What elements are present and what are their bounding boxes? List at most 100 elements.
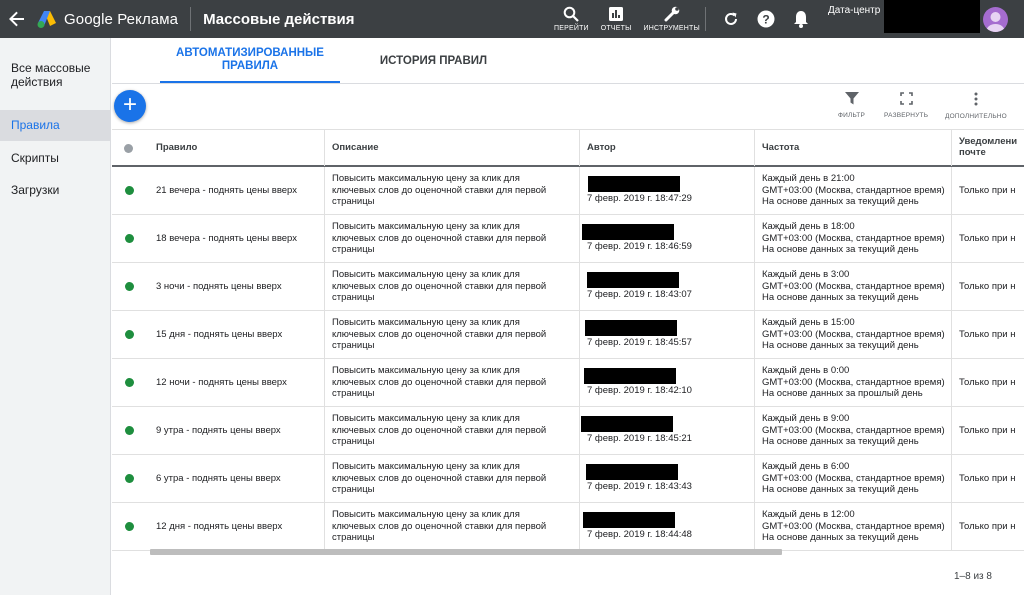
- horizontal-scrollbar[interactable]: [150, 549, 782, 555]
- description-line: Повысить максимальную цену за клик для: [332, 173, 520, 184]
- rule-description: Повысить максимальную цену за клик для кл…: [324, 503, 579, 550]
- rule-description: Повысить максимальную цену за клик для кл…: [324, 359, 579, 406]
- frequency-line: Каждый день в 0:00: [762, 365, 850, 376]
- rule-description: Повысить максимальную цену за клик для кл…: [324, 263, 579, 310]
- sidebar-item-rules[interactable]: Правила: [0, 110, 110, 141]
- notifications-bell-icon[interactable]: [791, 9, 811, 29]
- table-row[interactable]: 9 утра - поднять цены вверх Повысить макс…: [112, 407, 1024, 455]
- rule-author: 7 февр. 2019 г. 18:45:21: [579, 407, 754, 454]
- tools-button[interactable]: ИНСТРУМЕНТЫ: [638, 0, 706, 38]
- frequency-line: Каждый день в 6:00: [762, 461, 850, 472]
- table-row[interactable]: 18 вечера - поднять цены вверх Повысить м…: [112, 215, 1024, 263]
- frequency-line: GMT+03:00 (Москва, стандартное время): [762, 376, 945, 388]
- rule-name[interactable]: 3 ночи - поднять цены вверх: [149, 263, 324, 310]
- description-line: ключевых слов до оценочной ставки для пе…: [332, 376, 547, 388]
- table-row[interactable]: 12 ночи - поднять цены вверх Повысить мак…: [112, 359, 1024, 407]
- status-enabled-icon: [125, 378, 134, 387]
- rule-name[interactable]: 15 дня - поднять цены вверх: [149, 311, 324, 358]
- tab-automated-rules[interactable]: АВТОМАТИЗИРОВАННЫЕ ПРАВИЛА: [160, 38, 340, 83]
- description-line: страницы: [332, 532, 375, 543]
- refresh-icon[interactable]: [721, 9, 741, 29]
- description-line: Повысить максимальную цену за клик для: [332, 317, 520, 328]
- modified-date: 7 февр. 2019 г. 18:43:43: [587, 481, 692, 492]
- description-line: ключевых слов до оценочной ставки для пе…: [332, 472, 547, 484]
- sidebar: Все массовые действия Правила Скрипты За…: [0, 38, 111, 595]
- rule-name[interactable]: 18 вечера - поднять цены вверх: [149, 215, 324, 262]
- fullscreen-icon: [899, 92, 913, 105]
- description-line: Повысить максимальную цену за клик для: [332, 221, 520, 232]
- rule-email-notify: Только при н: [951, 503, 1024, 550]
- reports-icon: [609, 7, 624, 21]
- frequency-line: На основе данных за текущий день: [762, 532, 919, 543]
- status-enabled-icon: [125, 186, 134, 195]
- expand-button[interactable]: РАЗВЕРНУТЬ: [884, 92, 928, 119]
- rule-frequency: Каждый день в 12:00 GMT+03:00 (Москва, ст…: [754, 503, 951, 550]
- rule-email-notify: Только при н: [951, 311, 1024, 358]
- header-email-notify[interactable]: Уведомлени почте: [951, 130, 1024, 166]
- table-row[interactable]: 12 дня - поднять цены вверх Повысить макс…: [112, 503, 1024, 551]
- sidebar-item-uploads[interactable]: Загрузки: [0, 183, 59, 197]
- rule-frequency: Каждый день в 15:00 GMT+03:00 (Москва, ст…: [754, 311, 951, 358]
- back-arrow-icon[interactable]: [0, 0, 34, 38]
- more-label: ДОПОЛНИТЕЛЬНО: [945, 113, 1007, 120]
- rule-author: 7 февр. 2019 г. 18:44:48: [579, 503, 754, 550]
- redacted-author: [583, 512, 675, 528]
- frequency-line: На основе данных за прошлый день: [762, 388, 923, 399]
- wrench-icon: [664, 6, 680, 22]
- goto-label: ПЕРЕЙТИ: [554, 25, 589, 32]
- google-ads-logo[interactable]: Google Реклама: [36, 0, 178, 38]
- frequency-line: На основе данных за текущий день: [762, 340, 919, 351]
- frequency-line: На основе данных за текущий день: [762, 196, 919, 207]
- filter-icon: [844, 92, 859, 105]
- rule-frequency: Каждый день в 3:00 GMT+03:00 (Москва, ста…: [754, 263, 951, 310]
- rule-author: 7 февр. 2019 г. 18:46:59: [579, 215, 754, 262]
- svg-text:?: ?: [762, 13, 769, 27]
- rule-name[interactable]: 12 ночи - поднять цены вверх: [149, 359, 324, 406]
- header-description[interactable]: Описание: [324, 130, 579, 166]
- rule-description: Повысить максимальную цену за клик для кл…: [324, 407, 579, 454]
- description-line: страницы: [332, 388, 375, 399]
- filter-button[interactable]: ФИЛЬТР: [838, 92, 865, 119]
- modified-date: 7 февр. 2019 г. 18:45:57: [587, 337, 692, 348]
- rule-email-notify: Только при н: [951, 407, 1024, 454]
- status-column-icon[interactable]: [124, 144, 133, 153]
- rule-author: 7 февр. 2019 г. 18:45:57: [579, 311, 754, 358]
- more-button[interactable]: ДОПОЛНИТЕЛЬНО: [945, 92, 1007, 120]
- account-name[interactable]: Дата-центр I: [828, 5, 886, 16]
- goto-button[interactable]: ПЕРЕЙТИ: [548, 0, 595, 38]
- add-rule-button[interactable]: +: [114, 90, 146, 122]
- header-frequency[interactable]: Частота: [754, 130, 951, 166]
- description-line: страницы: [332, 196, 375, 207]
- sidebar-item-all-bulk-actions[interactable]: Все массовые действия: [0, 61, 100, 89]
- tab-rule-history[interactable]: ИСТОРИЯ ПРАВИЛ: [367, 38, 500, 84]
- rule-description: Повысить максимальную цену за клик для кл…: [324, 215, 579, 262]
- rule-name[interactable]: 9 утра - поднять цены вверх: [149, 407, 324, 454]
- reports-button[interactable]: ОТЧЕТЫ: [595, 0, 638, 38]
- modified-date: 7 февр. 2019 г. 18:42:10: [587, 385, 692, 396]
- status-enabled-icon: [125, 522, 134, 531]
- table-row[interactable]: 21 вечера - поднять цены вверх Повысить м…: [112, 167, 1024, 215]
- more-vert-icon: [974, 92, 978, 106]
- description-line: страницы: [332, 340, 375, 351]
- table-row[interactable]: 6 утра - поднять цены вверх Повысить макс…: [112, 455, 1024, 503]
- table-row[interactable]: 15 дня - поднять цены вверх Повысить макс…: [112, 311, 1024, 359]
- help-icon[interactable]: ?: [756, 9, 776, 29]
- description-line: ключевых слов до оценочной ставки для пе…: [332, 232, 547, 244]
- frequency-line: Каждый день в 3:00: [762, 269, 850, 280]
- sidebar-item-scripts[interactable]: Скрипты: [0, 151, 59, 165]
- redacted-author: [585, 320, 677, 336]
- header-author[interactable]: Автор: [579, 130, 754, 166]
- frequency-line: Каждый день в 21:00: [762, 173, 855, 184]
- rule-name[interactable]: 6 утра - поднять цены вверх: [149, 455, 324, 502]
- avatar[interactable]: [983, 7, 1008, 32]
- frequency-line: GMT+03:00 (Москва, стандартное время): [762, 232, 945, 244]
- rule-name[interactable]: 12 дня - поднять цены вверх: [149, 503, 324, 550]
- rule-name[interactable]: 21 вечера - поднять цены вверх: [149, 167, 324, 214]
- rule-frequency: Каждый день в 0:00 GMT+03:00 (Москва, ста…: [754, 359, 951, 406]
- rule-description: Повысить максимальную цену за клик для кл…: [324, 167, 579, 214]
- table-row[interactable]: 3 ночи - поднять цены вверх Повысить макс…: [112, 263, 1024, 311]
- description-line: Повысить максимальную цену за клик для: [332, 461, 520, 472]
- header-rule[interactable]: Правило: [149, 130, 324, 166]
- search-icon: [564, 6, 580, 22]
- rule-frequency: Каждый день в 18:00 GMT+03:00 (Москва, ст…: [754, 215, 951, 262]
